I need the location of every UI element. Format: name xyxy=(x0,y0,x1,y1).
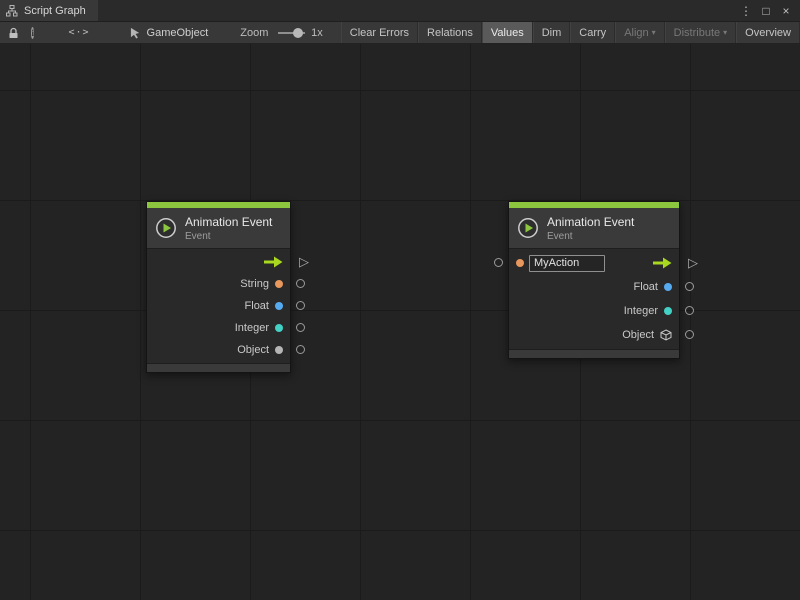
zoom-slider[interactable] xyxy=(278,27,305,39)
node-title: Animation Event xyxy=(547,215,634,229)
node-subtitle: Event xyxy=(547,231,634,242)
float-type-dot xyxy=(275,302,283,310)
string-output-port[interactable] xyxy=(296,279,305,288)
output-row-integer: Integer xyxy=(147,317,290,339)
control-flow-arrow-icon xyxy=(263,256,283,268)
control-output-port[interactable]: ▷ xyxy=(299,254,309,270)
zoom-value: 1x xyxy=(311,27,323,39)
lock-icon[interactable] xyxy=(8,27,19,39)
name-input-row xyxy=(509,251,679,275)
node-footer xyxy=(509,349,679,358)
float-output-port[interactable] xyxy=(685,282,694,291)
cube-icon xyxy=(660,329,672,341)
window-controls: ⋮ □ × xyxy=(738,0,800,21)
integer-output-port[interactable] xyxy=(296,323,305,332)
values-button[interactable]: Values xyxy=(482,22,533,44)
float-output-port[interactable] xyxy=(296,301,305,310)
zoom-slider-handle[interactable] xyxy=(293,28,303,38)
overview-button[interactable]: Overview xyxy=(736,22,800,44)
info-icon[interactable]: i xyxy=(31,27,34,39)
integer-output-port[interactable] xyxy=(685,306,694,315)
output-row-string: String xyxy=(147,273,290,295)
node-animation-event-1[interactable]: Animation Event Event String Float Integ… xyxy=(146,201,291,373)
event-name-input[interactable] xyxy=(529,255,605,272)
toolbar-buttons: Clear Errors Relations Values Dim Carry … xyxy=(341,22,800,44)
dim-button[interactable]: Dim xyxy=(533,22,571,44)
output-row-object: Object xyxy=(509,323,679,347)
control-output-port[interactable]: ▷ xyxy=(688,255,698,271)
carry-button[interactable]: Carry xyxy=(570,22,615,44)
float-type-dot xyxy=(664,283,672,291)
event-play-icon xyxy=(155,217,177,239)
toolbar: i <·> GameObject Zoom 1x Clear Errors Re… xyxy=(0,22,800,44)
object-output-port[interactable] xyxy=(685,330,694,339)
zoom-label: Zoom xyxy=(240,27,268,39)
node-footer xyxy=(147,363,290,372)
control-flow-arrow-icon xyxy=(652,257,672,269)
object-type-dot xyxy=(275,346,283,354)
relations-button[interactable]: Relations xyxy=(418,22,482,44)
graph-target[interactable]: GameObject xyxy=(130,27,209,39)
control-output-row xyxy=(147,251,290,273)
node-animation-event-2[interactable]: Animation Event Event Float Integer xyxy=(508,201,680,359)
maximize-icon[interactable]: □ xyxy=(758,4,774,18)
clear-errors-button[interactable]: Clear Errors xyxy=(341,22,418,44)
chevron-down-icon: ▾ xyxy=(652,28,656,37)
tab-title: Script Graph xyxy=(24,5,86,17)
output-row-integer: Integer xyxy=(509,299,679,323)
integer-type-dot xyxy=(275,324,283,332)
event-play-icon xyxy=(517,217,539,239)
menu-icon[interactable]: ⋮ xyxy=(738,4,754,18)
graph-icon xyxy=(6,5,18,17)
string-input-port[interactable] xyxy=(494,258,503,267)
object-output-port[interactable] xyxy=(296,345,305,354)
integer-type-dot xyxy=(664,307,672,315)
tab-script-graph[interactable]: Script Graph xyxy=(0,0,98,21)
close-icon[interactable]: × xyxy=(778,4,794,18)
output-row-object: Object xyxy=(147,339,290,361)
chevron-down-icon: ▾ xyxy=(723,28,727,37)
node-subtitle: Event xyxy=(185,231,272,242)
node-header[interactable]: Animation Event Event xyxy=(147,208,290,248)
code-icon[interactable]: <·> xyxy=(68,27,89,38)
node-header[interactable]: Animation Event Event xyxy=(509,208,679,248)
gameobject-icon xyxy=(130,27,142,39)
align-button[interactable]: Align ▾ xyxy=(615,22,664,44)
node-body: String Float Integer Object xyxy=(147,248,290,363)
node-body: Float Integer Object xyxy=(509,248,679,349)
output-row-float: Float xyxy=(147,295,290,317)
graph-canvas[interactable]: Animation Event Event String Float Integ… xyxy=(0,44,800,600)
output-row-float: Float xyxy=(509,275,679,299)
string-type-dot xyxy=(275,280,283,288)
distribute-button[interactable]: Distribute ▾ xyxy=(665,22,736,44)
tab-bar: Script Graph ⋮ □ × xyxy=(0,0,800,22)
graph-target-label: GameObject xyxy=(147,27,209,39)
string-type-dot xyxy=(516,259,524,267)
node-title: Animation Event xyxy=(185,215,272,229)
